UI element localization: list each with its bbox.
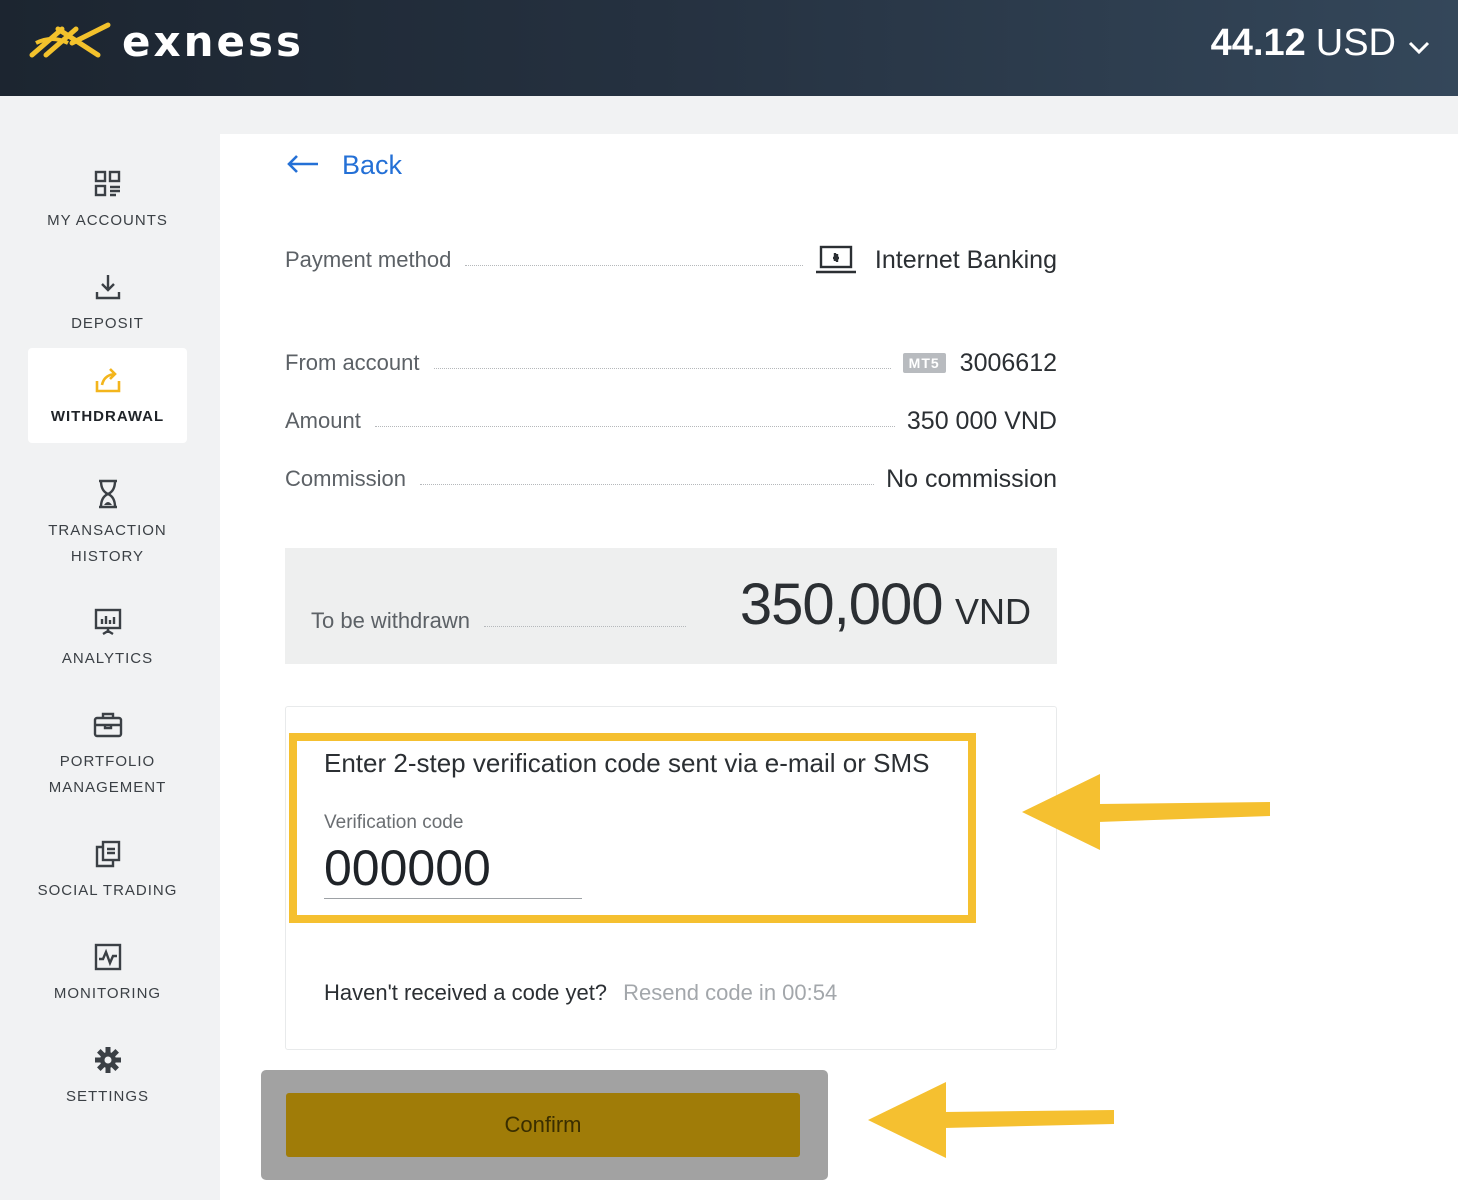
brand-name: exness bbox=[122, 16, 304, 66]
annotation-arrow-icon bbox=[1022, 774, 1270, 850]
sidebar-item-portfolio-management[interactable]: PORTFOLIO MANAGEMENT bbox=[28, 693, 187, 813]
sidebar-item-social-trading[interactable]: SOCIAL TRADING bbox=[28, 822, 187, 917]
copy-trade-icon bbox=[94, 834, 122, 874]
sidebar-item-label: DEPOSIT bbox=[71, 315, 144, 332]
verification-code-label: Verification code bbox=[324, 812, 464, 833]
sidebar-item-my-accounts[interactable]: MY ACCOUNTS bbox=[28, 152, 187, 247]
withdraw-total-box: To be withdrawn 350,000 VND bbox=[285, 548, 1057, 664]
sidebar-item-label: SETTINGS bbox=[65, 1088, 149, 1105]
hourglass-icon bbox=[96, 474, 120, 514]
balance-dropdown[interactable]: 44.12 USD bbox=[1211, 22, 1430, 65]
dotted-leader bbox=[420, 483, 875, 485]
pulse-chart-icon bbox=[94, 937, 122, 977]
payment-method-row: Payment method Internet Banking bbox=[285, 240, 1057, 280]
sidebar-item-withdrawal[interactable]: WITHDRAWAL bbox=[28, 348, 187, 443]
total-amount-wrap: 350,000 VND bbox=[740, 571, 1031, 638]
withdraw-icon bbox=[93, 360, 123, 400]
dotted-leader bbox=[483, 626, 686, 627]
sidebar-item-label: WITHDRAWAL bbox=[50, 408, 165, 425]
total-amount: 350,000 bbox=[739, 572, 944, 637]
sidebar-item-label: SOCIAL TRADING bbox=[37, 882, 178, 899]
sidebar-item-monitoring[interactable]: MONITORING bbox=[28, 925, 187, 1020]
verification-code-input[interactable] bbox=[324, 838, 582, 899]
chevron-down-icon bbox=[1408, 22, 1430, 65]
amount-value: 350 000 VND bbox=[906, 406, 1057, 435]
dotted-leader bbox=[374, 425, 895, 427]
exness-logo[interactable]: exness bbox=[28, 16, 304, 66]
sidebar-item-label: MY ACCOUNTS bbox=[47, 212, 168, 229]
gear-icon bbox=[93, 1040, 123, 1080]
resend-question: Haven't received a code yet? bbox=[324, 980, 608, 1005]
sidebar-item-analytics[interactable]: ANALYTICS bbox=[28, 590, 187, 685]
sidebar-item-label: ANALYTICS bbox=[61, 650, 154, 667]
payment-method-label: Payment method bbox=[285, 247, 452, 272]
briefcase-icon bbox=[93, 705, 123, 745]
arrow-left-icon bbox=[286, 150, 320, 181]
back-label: Back bbox=[342, 150, 403, 180]
confirm-button[interactable]: Confirm bbox=[286, 1093, 800, 1157]
sidebar-item-deposit[interactable]: DEPOSIT bbox=[28, 255, 187, 350]
total-label: To be withdrawn bbox=[311, 608, 470, 633]
from-account-value-wrap: MT5 3006612 bbox=[902, 348, 1057, 378]
download-icon bbox=[94, 267, 122, 307]
back-link[interactable]: Back bbox=[286, 150, 402, 181]
commission-label: Commission bbox=[285, 466, 407, 491]
payment-method-value: Internet Banking bbox=[874, 245, 1057, 274]
payment-method-value-wrap: Internet Banking bbox=[815, 245, 1057, 275]
amount-row: Amount 350 000 VND bbox=[285, 401, 1057, 441]
from-account-row: From account MT5 3006612 bbox=[285, 343, 1057, 383]
exness-logo-mark-icon bbox=[29, 22, 111, 58]
sidebar-item-label: PORTFOLIO MANAGEMENT bbox=[48, 753, 167, 796]
total-currency: VND bbox=[954, 591, 1031, 632]
sidebar-item-label: TRANSACTION HISTORY bbox=[48, 522, 167, 565]
commission-row: Commission No commission bbox=[285, 459, 1057, 499]
from-account-label: From account bbox=[285, 350, 420, 375]
dotted-leader bbox=[433, 367, 891, 369]
annotation-arrow-icon bbox=[868, 1082, 1114, 1158]
accounts-grid-icon bbox=[94, 164, 122, 204]
sidebar-item-transaction-history[interactable]: TRANSACTION HISTORY bbox=[28, 462, 187, 582]
resend-row: Haven't received a code yet? Resend code… bbox=[324, 980, 837, 1006]
sidebar-item-label: MONITORING bbox=[53, 985, 162, 1002]
platform-badge: MT5 bbox=[902, 353, 946, 373]
amount-label: Amount bbox=[285, 408, 361, 433]
presentation-chart-icon bbox=[93, 602, 123, 642]
dotted-leader bbox=[465, 264, 803, 266]
top-bar: exness 44.12 USD bbox=[0, 0, 1458, 96]
balance-amount: 44.12 bbox=[1210, 22, 1306, 64]
verification-title: Enter 2-step verification code sent via … bbox=[324, 748, 930, 778]
resend-code-timer[interactable]: Resend code in 00:54 bbox=[623, 980, 837, 1005]
balance-currency: USD bbox=[1315, 22, 1396, 64]
laptop-icon bbox=[815, 245, 857, 275]
commission-value: No commission bbox=[886, 464, 1057, 493]
sidebar-item-settings[interactable]: SETTINGS bbox=[28, 1028, 187, 1123]
sidebar: MY ACCOUNTS DEPOSIT WITHDRAWAL TRANSACTI… bbox=[0, 96, 218, 1200]
from-account-value: 3006612 bbox=[959, 348, 1057, 377]
